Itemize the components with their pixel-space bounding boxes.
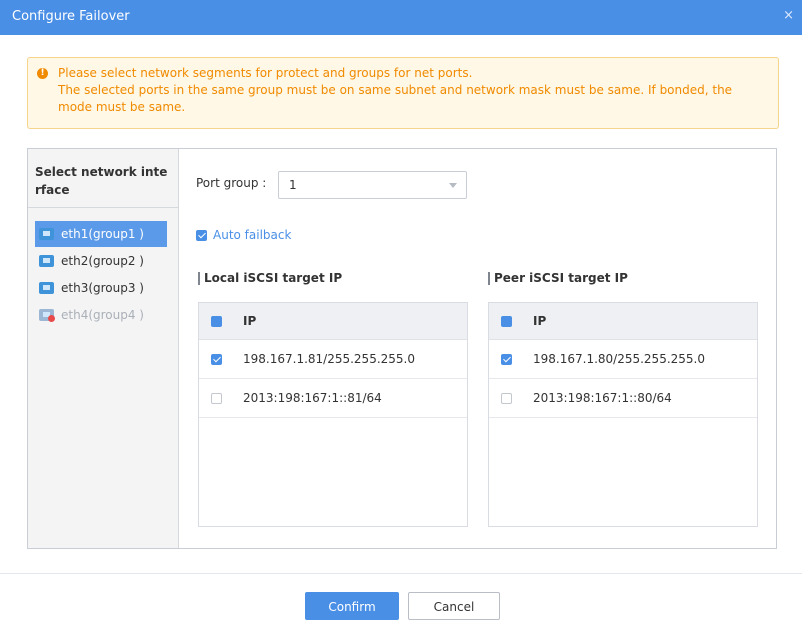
- port-group-select[interactable]: 1: [278, 171, 467, 199]
- auto-failback-checkbox[interactable]: [196, 230, 207, 241]
- interface-header-line-1: Select network inte: [35, 165, 168, 179]
- table-row[interactable]: 198.167.1.81/255.255.255.0: [199, 340, 467, 379]
- table-header: IP: [489, 303, 757, 340]
- interface-label: eth3(group3 ): [61, 281, 144, 295]
- peer-ip-table: IP 198.167.1.80/255.255.255.0 2013:198:1…: [488, 302, 758, 527]
- port-group-label: Port group :: [196, 176, 267, 190]
- interface-list-header: Select network inte rface: [35, 163, 170, 199]
- table-header: IP: [199, 303, 467, 340]
- network-card-icon: [39, 282, 54, 294]
- interface-label: eth4(group4 ): [61, 308, 144, 322]
- ip-value: 198.167.1.81/255.255.255.0: [243, 352, 415, 366]
- column-header-ip: IP: [243, 314, 257, 328]
- column-header-ip: IP: [533, 314, 547, 328]
- chevron-down-icon: [449, 183, 457, 188]
- table-row[interactable]: 198.167.1.80/255.255.255.0: [489, 340, 757, 379]
- close-icon[interactable]: ×: [783, 8, 794, 23]
- warning-notice: ! Please select network segments for pro…: [27, 57, 779, 129]
- dialog-title: Configure Failover: [12, 9, 130, 24]
- notice-line-3: mode must be same.: [58, 100, 186, 114]
- network-card-icon: [39, 255, 54, 267]
- table-row[interactable]: 2013:198:167:1::80/64: [489, 379, 757, 418]
- port-group-value: 1: [289, 178, 297, 192]
- divider: [28, 207, 178, 208]
- local-section-label: Local iSCSI target IP: [204, 271, 343, 285]
- interface-item-eth3[interactable]: eth3(group3 ): [35, 275, 167, 301]
- cancel-button[interactable]: Cancel: [408, 592, 500, 620]
- notice-line-1: Please select network segments for prote…: [58, 66, 473, 80]
- config-panel: Select network inte rface eth1(group1 ) …: [27, 148, 777, 549]
- dialog-titlebar: Configure Failover ×: [0, 0, 802, 35]
- ip-value: 2013:198:167:1::81/64: [243, 391, 382, 405]
- interface-item-eth2[interactable]: eth2(group2 ): [35, 248, 167, 274]
- auto-failback-label: Auto failback: [213, 228, 292, 242]
- table-row[interactable]: 2013:198:167:1::81/64: [199, 379, 467, 418]
- confirm-button[interactable]: Confirm: [305, 592, 399, 620]
- footer-divider: [0, 573, 802, 574]
- row-checkbox[interactable]: [211, 393, 222, 404]
- select-all-checkbox[interactable]: [211, 316, 222, 327]
- notice-line-2: The selected ports in the same group mus…: [58, 83, 733, 97]
- select-all-checkbox[interactable]: [501, 316, 512, 327]
- interface-item-eth1[interactable]: eth1(group1 ): [35, 221, 167, 247]
- interface-list-pane: Select network inte rface eth1(group1 ) …: [28, 149, 179, 548]
- interface-label: eth2(group2 ): [61, 254, 144, 268]
- error-badge-icon: [48, 315, 55, 322]
- local-ip-table: IP 198.167.1.81/255.255.255.0 2013:198:1…: [198, 302, 468, 527]
- section-marker: [198, 272, 200, 285]
- ip-value: 198.167.1.80/255.255.255.0: [533, 352, 705, 366]
- auto-failback-toggle[interactable]: Auto failback: [196, 228, 291, 244]
- interface-header-line-2: rface: [35, 183, 70, 197]
- network-card-icon: [39, 228, 54, 240]
- ip-value: 2013:198:167:1::80/64: [533, 391, 672, 405]
- row-checkbox[interactable]: [501, 393, 512, 404]
- section-marker: [488, 272, 490, 285]
- warning-icon: !: [37, 68, 48, 79]
- interface-label: eth1(group1 ): [61, 227, 144, 241]
- interface-item-eth4: eth4(group4 ): [35, 302, 167, 328]
- row-checkbox[interactable]: [501, 354, 512, 365]
- row-checkbox[interactable]: [211, 354, 222, 365]
- peer-section-label: Peer iSCSI target IP: [494, 271, 628, 285]
